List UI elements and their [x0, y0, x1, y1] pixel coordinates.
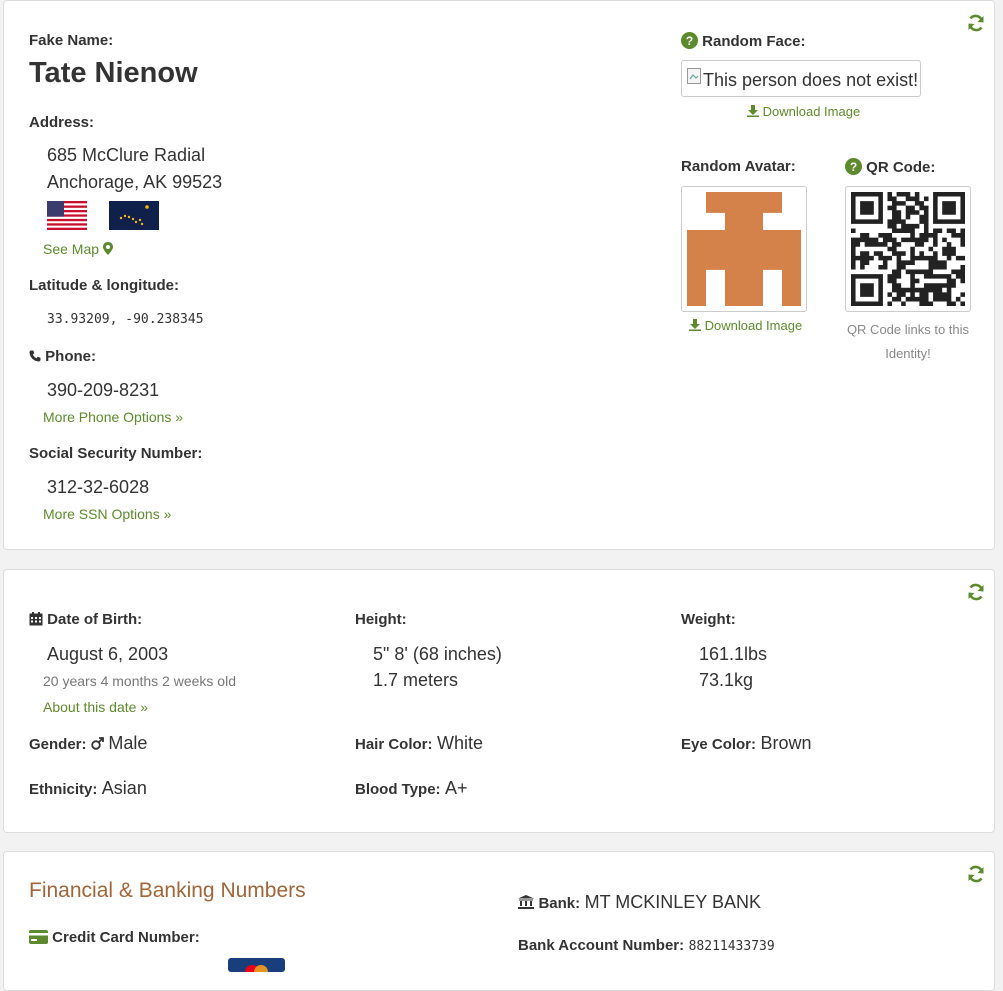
account-value: 88211433739	[688, 939, 775, 954]
fake-name-label: Fake Name:	[29, 32, 114, 49]
random-face-label-row: ? Random Face:	[681, 32, 806, 50]
gender-label: Gender:	[29, 736, 87, 753]
height-label: Height:	[355, 611, 407, 628]
about-date-link[interactable]: About this date »	[43, 699, 148, 715]
phone-value: 390-209-8231	[47, 380, 160, 400]
refresh-icon[interactable]	[966, 582, 986, 602]
blood-label: Blood Type:	[355, 781, 441, 798]
hair-row: Hair Color: White	[355, 733, 483, 754]
ssn-label: Social Security Number:	[29, 445, 203, 462]
male-icon	[91, 737, 104, 750]
ssn-value: 312-32-6028	[47, 477, 150, 497]
phone-label: Phone:	[45, 348, 97, 365]
fake-name: Tate Nienow	[29, 57, 198, 89]
address-line2: Anchorage, AK 99523	[47, 172, 223, 192]
credit-card-icon	[29, 930, 48, 944]
hair-value: White	[436, 733, 483, 753]
svg-text:?: ?	[686, 34, 693, 48]
see-map-link[interactable]: See Map	[43, 241, 113, 257]
download-avatar-link[interactable]: Download Image	[689, 318, 802, 333]
qr-code-image[interactable]	[845, 186, 971, 312]
credit-card-label-row: Credit Card Number:	[29, 929, 200, 946]
ethnicity-row: Ethnicity: Asian	[29, 778, 147, 799]
more-phone-options-link[interactable]: More Phone Options »	[43, 409, 183, 425]
blood-row: Blood Type: A+	[355, 778, 468, 799]
finance-panel: Financial & Banking Numbers Credit Card …	[3, 851, 995, 991]
dob-value: August 6, 2003	[47, 644, 169, 664]
weight-kg: 73.1kg	[699, 670, 754, 690]
qr-note: QR Code links to this Identity!	[845, 318, 971, 366]
finance-title: Financial & Banking Numbers	[29, 879, 306, 902]
phone-icon	[29, 350, 41, 362]
identity-panel: Fake Name: Tate Nienow Address: 685 McCl…	[3, 0, 995, 550]
ethnicity-label: Ethnicity:	[29, 781, 98, 798]
blood-value: A+	[445, 778, 468, 798]
calendar-icon	[29, 612, 43, 626]
qr-label-row: ? QR Code:	[845, 158, 935, 176]
dob-label-row: Date of Birth:	[29, 611, 142, 628]
qr-label: QR Code:	[866, 159, 936, 176]
height-imperial: 5" 8' (68 inches)	[373, 644, 502, 664]
download-icon	[747, 105, 759, 117]
height-metric: 1.7 meters	[373, 670, 459, 690]
account-row: Bank Account Number: 88211433739	[518, 937, 775, 955]
phone-label-row: Phone:	[29, 348, 96, 365]
random-avatar-label: Random Avatar:	[681, 158, 796, 175]
age-value: 20 years 4 months 2 weeks old	[43, 673, 236, 689]
question-icon[interactable]: ?	[681, 32, 698, 49]
more-ssn-options-link[interactable]: More SSN Options »	[43, 506, 171, 522]
dob-label: Date of Birth:	[47, 611, 143, 628]
refresh-icon[interactable]	[966, 864, 986, 884]
question-icon[interactable]: ?	[845, 158, 862, 175]
hair-label: Hair Color:	[355, 736, 433, 753]
address-label: Address:	[29, 114, 95, 131]
credit-card-label: Credit Card Number:	[52, 929, 200, 946]
random-avatar-image	[681, 186, 807, 312]
eye-value: Brown	[760, 733, 812, 753]
bank-value: MT MCKINLEY BANK	[584, 892, 761, 912]
bank-label: Bank:	[538, 895, 581, 912]
download-avatar-label: Download Image	[704, 318, 803, 333]
eye-row: Eye Color: Brown	[681, 733, 812, 754]
qr-note-line2: Identity!	[885, 346, 931, 361]
qr-code-graphic	[851, 192, 965, 306]
us-flag-icon	[47, 201, 87, 230]
see-map-label: See Map	[43, 241, 100, 257]
account-label: Bank Account Number:	[518, 937, 685, 954]
gender-row: Gender: Male	[29, 733, 147, 754]
refresh-icon[interactable]	[966, 13, 986, 33]
eye-label: Eye Color:	[681, 736, 757, 753]
random-face-label: Random Face:	[702, 33, 806, 50]
download-icon	[689, 319, 701, 331]
weight-label: Weight:	[681, 611, 736, 628]
identicon-avatar	[687, 192, 801, 306]
latlng-label: Latitude & longitude:	[29, 277, 179, 294]
download-face-label: Download Image	[762, 104, 861, 119]
address-line1: 685 McClure Radial	[47, 145, 206, 165]
mastercard-logo	[228, 958, 285, 972]
random-face-image: This person does not exist!	[681, 60, 921, 97]
gender-value: Male	[108, 733, 148, 753]
bank-row: Bank: MT MCKINLEY BANK	[518, 892, 761, 913]
bank-icon	[518, 895, 534, 909]
svg-text:?: ?	[850, 160, 857, 174]
alaska-flag-icon	[109, 201, 159, 230]
qr-note-line1: QR Code links to this	[846, 322, 970, 337]
details-panel: Date of Birth: August 6, 2003 20 years 4…	[3, 569, 995, 833]
broken-image-icon	[687, 68, 701, 84]
weight-lbs: 161.1lbs	[699, 644, 768, 664]
download-face-link[interactable]: Download Image	[747, 104, 860, 119]
face-alt-text: This person does not exist!	[703, 70, 919, 90]
ethnicity-value: Asian	[101, 778, 147, 798]
latlng-value: 33.93209, -90.238345	[47, 312, 204, 327]
map-marker-icon	[102, 242, 113, 255]
